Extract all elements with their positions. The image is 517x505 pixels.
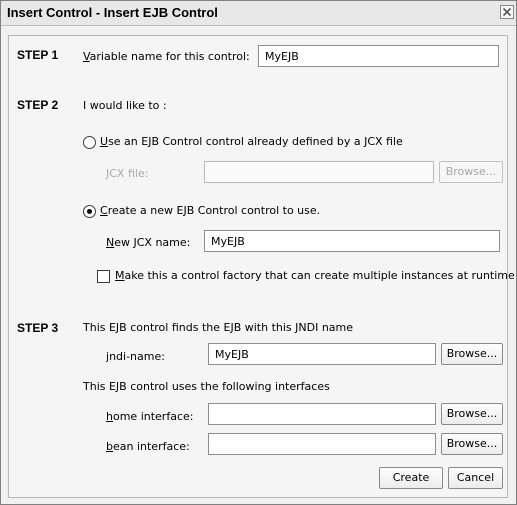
window-title: Insert Control - Insert EJB Control: [7, 5, 218, 20]
close-button[interactable]: [500, 5, 514, 19]
create-new-jcx-radio[interactable]: [83, 205, 96, 218]
close-icon: [501, 6, 513, 18]
variable-name-input[interactable]: [258, 45, 499, 67]
step3-heading: STEP 3: [17, 321, 59, 335]
jndi-intro-text: This EJB control finds the EJB with this…: [83, 321, 354, 334]
variable-name-label: Variable name for this control:: [83, 50, 250, 63]
create-new-jcx-label[interactable]: Create a new EJB Control control to use.: [100, 204, 320, 217]
use-existing-jcx-radio[interactable]: [83, 136, 96, 149]
bean-interface-label: bean interface:: [106, 440, 190, 453]
insert-control-dialog: Insert Control - Insert EJB Control STEP…: [0, 0, 517, 505]
jndi-name-label: jndi-name:: [106, 350, 165, 363]
jndi-name-input[interactable]: [208, 343, 436, 365]
cancel-button[interactable]: Cancel: [448, 467, 503, 489]
bean-interface-browse-button[interactable]: Browse...: [441, 433, 503, 455]
bean-interface-input[interactable]: [208, 433, 436, 455]
interfaces-intro-text: This EJB control uses the following inte…: [83, 380, 330, 393]
step2-heading: STEP 2: [17, 98, 59, 112]
radio-selected-dot: [87, 209, 92, 214]
new-jcx-name-label: New JCX name:: [106, 236, 191, 249]
home-interface-input[interactable]: [208, 403, 436, 425]
home-interface-browse-button[interactable]: Browse...: [441, 403, 503, 425]
jndi-browse-button[interactable]: Browse...: [441, 343, 503, 365]
new-jcx-name-input[interactable]: [204, 230, 500, 252]
control-factory-label[interactable]: Make this a control factory that can cre…: [115, 269, 515, 282]
content-panel: STEP 1 Variable name for this control: S…: [8, 35, 515, 498]
home-interface-label: home interface:: [106, 410, 194, 423]
step1-heading: STEP 1: [17, 48, 59, 62]
title-bar[interactable]: Insert Control - Insert EJB Control: [1, 1, 516, 26]
jcx-file-browse-button[interactable]: Browse...: [439, 161, 503, 183]
jcx-file-input[interactable]: [204, 161, 434, 183]
jcx-file-label: JCX file:: [106, 167, 149, 180]
use-existing-jcx-label[interactable]: Use an EJB Control control already defin…: [100, 135, 403, 148]
step2-intro: I would like to :: [83, 99, 167, 112]
control-factory-checkbox[interactable]: [97, 270, 110, 283]
create-button[interactable]: Create: [379, 467, 443, 489]
